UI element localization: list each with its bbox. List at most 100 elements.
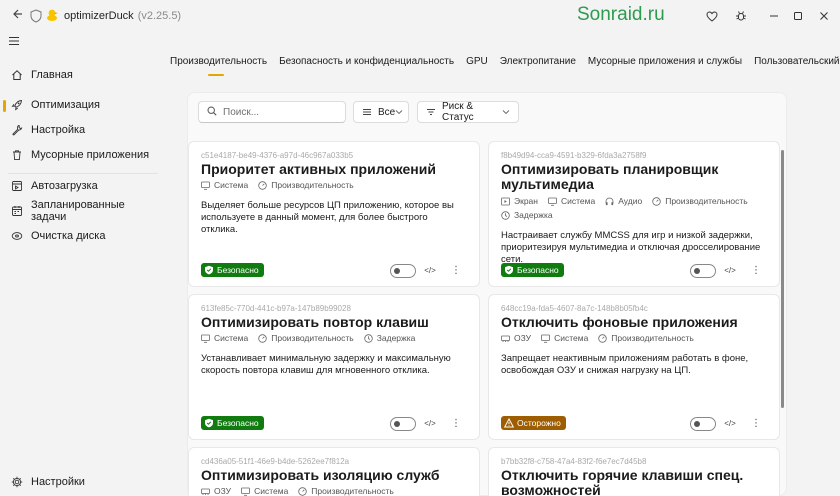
code-icon[interactable]: </>	[724, 418, 736, 430]
tweak-description: Выделяет больше ресурсов ЦП приложению, …	[201, 200, 454, 235]
sidebar-item-optimization[interactable]: Оптимизация	[0, 93, 160, 117]
tweak-title: Оптимизировать планировщик мультимедиа	[501, 161, 719, 192]
home-icon	[11, 69, 23, 81]
tweak-id: c51e4187-be49-4376-a97d-46c967a033b5	[201, 151, 354, 160]
category-filter-dropdown[interactable]: Все	[353, 101, 409, 123]
risk-status-filter-dropdown[interactable]: Риск & Статус	[417, 101, 519, 123]
tag-label: ОЗУ	[514, 333, 532, 343]
code-icon[interactable]: </>	[724, 265, 736, 277]
tweak-card[interactable]: 613fe85c-770d-441c-b97a-147b89b99028 Опт…	[188, 294, 480, 440]
startup-icon	[11, 180, 23, 192]
tweak-id: cd436a05-51f1-46e9-b4de-5262ee7f812a	[201, 457, 350, 466]
tag-performance: Производительность	[258, 180, 354, 190]
tab-gpu[interactable]: GPU	[460, 54, 494, 72]
tweak-card[interactable]: c51e4187-be49-4376-a97d-46c967a033b5 При…	[188, 141, 480, 287]
risk-badge-label: Безопасно	[217, 418, 259, 428]
sidebar-item-tweaks[interactable]: Настройка	[0, 118, 160, 142]
wrench-icon	[11, 124, 23, 136]
gear-icon	[11, 476, 23, 488]
shield-check-icon	[504, 265, 514, 275]
tag-ram: ОЗУ	[501, 333, 531, 343]
risk-badge-label: Осторожно	[517, 418, 561, 428]
more-options-icon[interactable]: ⋮	[451, 265, 461, 277]
headphones-icon	[605, 197, 614, 206]
sidebar-item-disk-cleanup[interactable]: Очистка диска	[0, 224, 160, 248]
gauge-icon	[258, 180, 267, 190]
sidebar-item-label: Настройка	[31, 124, 86, 136]
risk-status-filter-value: Риск & Статус	[442, 101, 474, 123]
trash-icon	[11, 149, 23, 161]
tab-bloatware-services[interactable]: Мусорные приложения и службы	[582, 54, 748, 72]
sidebar-item-label: Оптимизация	[31, 99, 100, 111]
tweak-tags: Система Производительность Задержка	[201, 333, 471, 343]
tag-label: Система	[214, 333, 249, 343]
more-options-icon[interactable]: ⋮	[751, 265, 761, 277]
more-options-icon[interactable]: ⋮	[751, 418, 761, 430]
tweak-toggle[interactable]	[690, 417, 716, 431]
chevron-down-icon	[395, 108, 403, 117]
tag-performance: Производительность	[258, 333, 354, 343]
search-input[interactable]	[223, 106, 343, 118]
tab-performance[interactable]: Производительность	[164, 54, 273, 76]
tag-system: Система	[241, 486, 288, 496]
back-arrow-icon[interactable]	[9, 8, 25, 24]
tag-system: Система	[201, 333, 248, 343]
tweak-title: Отключить горячие клавиши спец. возможно…	[501, 467, 744, 496]
tweak-id: 613fe85c-770d-441c-b97a-147b89b99028	[201, 304, 351, 313]
tweak-toggle[interactable]	[690, 264, 716, 278]
tweak-card[interactable]: b7bb32f8-c758-47a4-83f2-f6e7ec7d45b8 Отк…	[488, 447, 780, 496]
scrollbar[interactable]	[781, 150, 784, 408]
disk-icon	[11, 230, 23, 242]
list-icon	[362, 107, 372, 117]
clock-icon	[364, 333, 373, 343]
hamburger-menu-icon[interactable]	[8, 36, 24, 50]
tweak-card[interactable]: cd436a05-51f1-46e9-b4de-5262ee7f812a Опт…	[188, 447, 480, 496]
risk-badge: Осторожно	[501, 416, 566, 430]
tweak-card[interactable]: 648cc19a-fda5-4607-8a7c-148b8b05fb4c Отк…	[488, 294, 780, 440]
tweak-tags: ОЗУ Система Производительность	[501, 333, 771, 343]
calendar-icon	[11, 205, 23, 217]
tweak-title: Оптимизировать повтор клавиш	[201, 314, 429, 330]
sidebar-item-scheduled-tasks[interactable]: Запланированные задачи	[0, 199, 160, 223]
tweak-toggle[interactable]	[390, 417, 416, 431]
code-icon[interactable]: </>	[424, 418, 436, 430]
risk-badge: Безопасно	[201, 263, 264, 277]
tweak-toggle[interactable]	[390, 264, 416, 278]
heart-icon[interactable]	[702, 6, 722, 26]
bug-icon[interactable]	[731, 6, 751, 26]
warning-icon	[503, 417, 515, 428]
tag-system: Система	[541, 333, 588, 343]
sidebar-item-startup[interactable]: Автозагрузка	[0, 174, 160, 198]
search-box[interactable]	[198, 101, 346, 123]
tweak-description: Устанавливает минимальную задержку и мак…	[201, 353, 451, 376]
tag-system: Система	[201, 180, 248, 190]
tweak-description: Запрещает неактивным приложениям работат…	[501, 353, 749, 376]
tab-user-experience[interactable]: Пользовательский опыт	[748, 54, 840, 72]
tweak-title: Оптимизировать изоляцию служб	[201, 467, 440, 483]
monitor-icon	[201, 334, 210, 343]
sidebar-item-bloatware[interactable]: Мусорные приложения	[0, 143, 160, 167]
tag-label: Система	[254, 486, 289, 496]
minimize-icon[interactable]	[764, 6, 784, 26]
sidebar-item-home[interactable]: Главная	[0, 63, 160, 87]
sidebar-item-settings[interactable]: Настройки	[0, 470, 160, 494]
tag-label: Система	[560, 196, 596, 206]
sidebar-item-label: Очистка диска	[31, 230, 106, 242]
filter-icon	[426, 107, 436, 117]
tag-label: Задержка	[514, 210, 553, 220]
gauge-icon	[652, 196, 661, 206]
maximize-icon[interactable]	[788, 6, 808, 26]
category-filter-value: Все	[378, 106, 396, 118]
tweak-card[interactable]: f8b49d94-cca9-4591-b329-6fda3a2758f9 Опт…	[488, 141, 780, 287]
more-options-icon[interactable]: ⋮	[451, 418, 461, 430]
shield-check-icon	[204, 265, 214, 275]
tag-performance: Производительность	[652, 196, 748, 206]
tab-security-privacy[interactable]: Безопасность и конфиденциальность	[273, 54, 460, 72]
code-icon[interactable]: </>	[424, 265, 436, 277]
tweak-tags: ОЗУ Система Производительность	[201, 486, 471, 496]
tag-label: Аудио	[618, 196, 643, 206]
tag-label: Производительность	[665, 196, 748, 206]
tab-power[interactable]: Электропитание	[494, 54, 582, 72]
close-icon[interactable]	[814, 6, 834, 26]
tag-label: Производительность	[611, 333, 694, 343]
